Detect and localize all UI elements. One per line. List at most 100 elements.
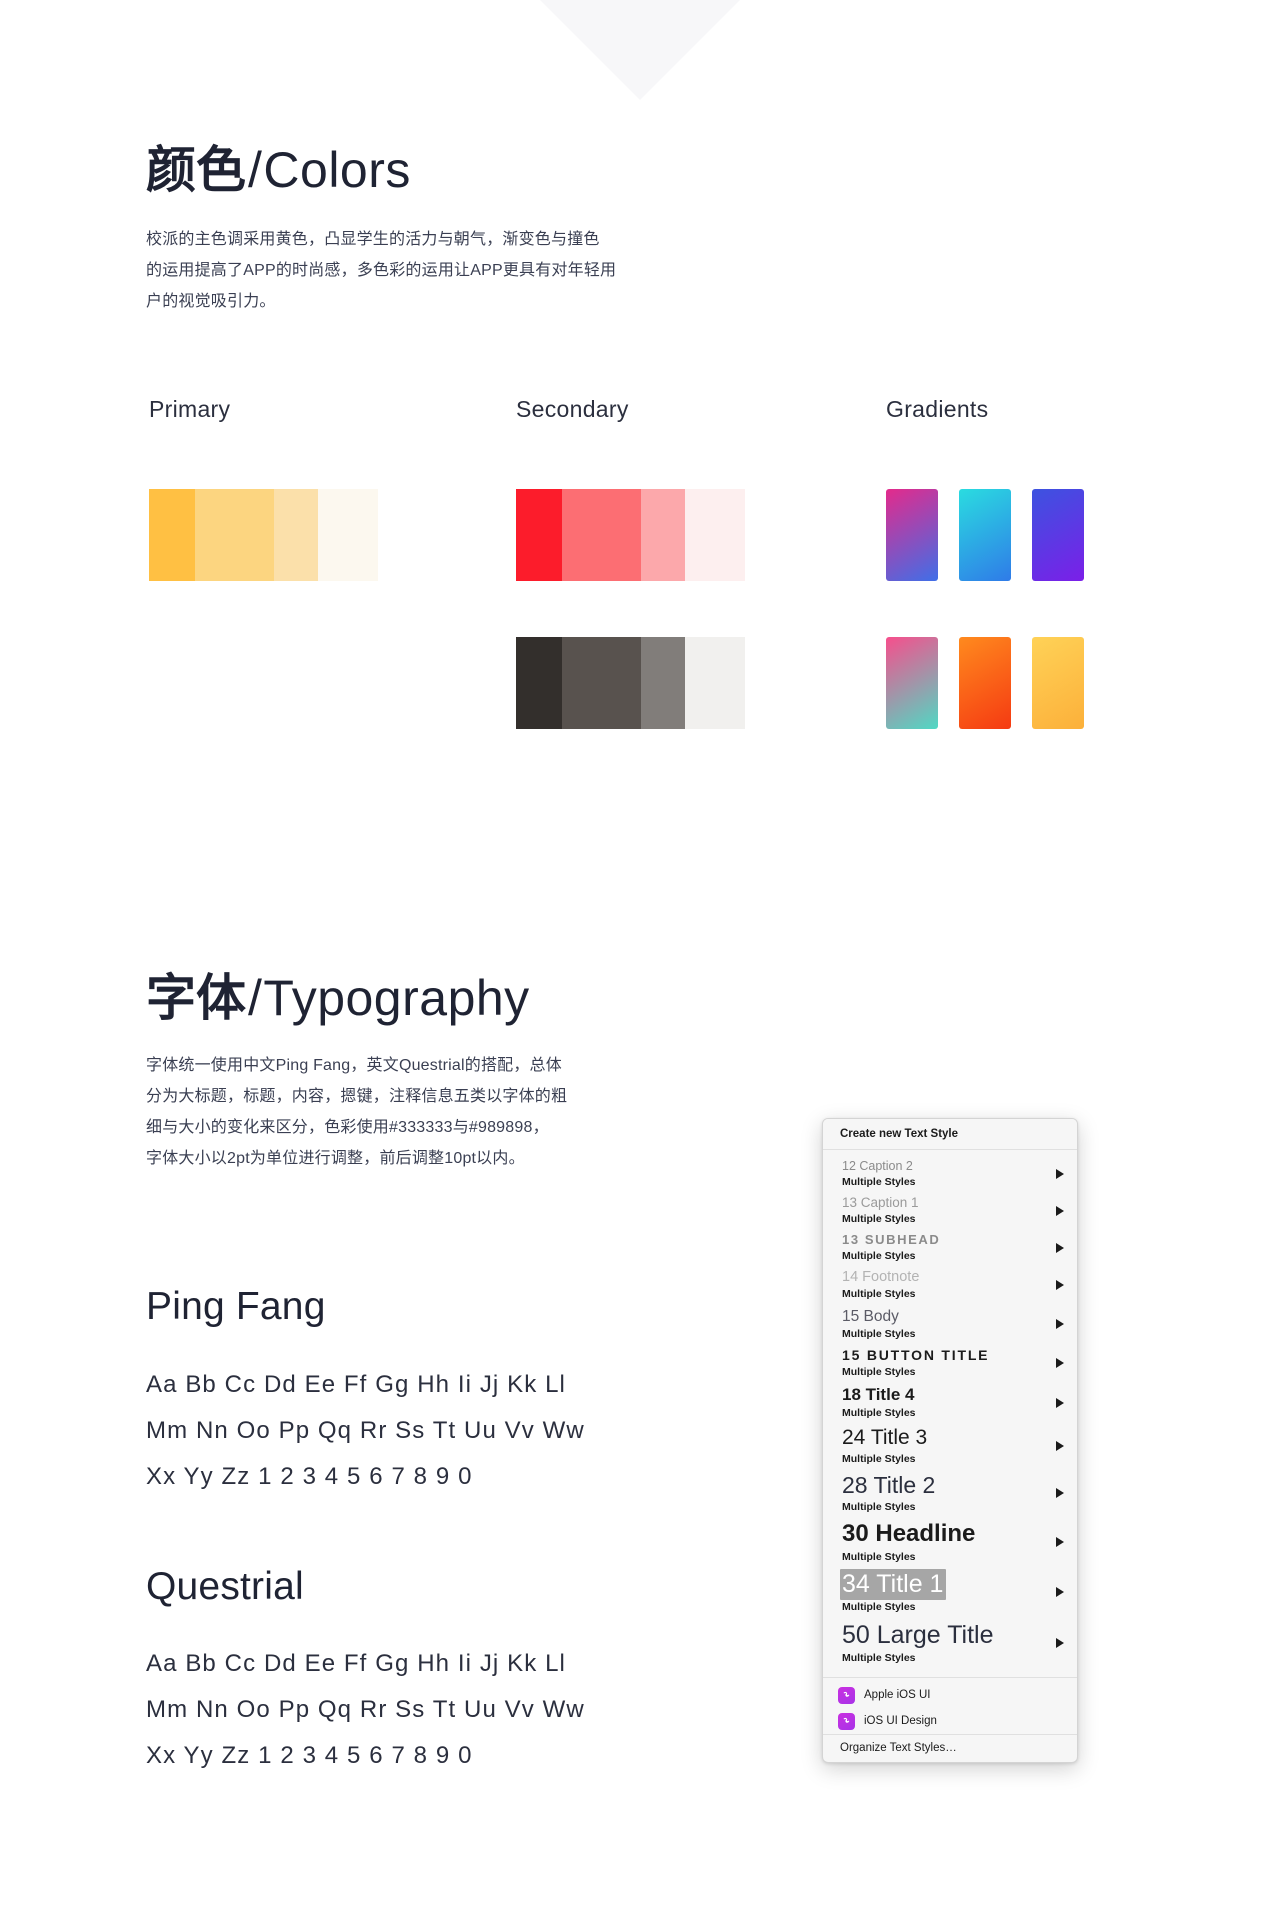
gradient-swatch-gradient-pink-teal <box>886 637 938 729</box>
gradient-swatch-gradient-yellow-amber <box>1032 637 1084 729</box>
text-styles-popover[interactable]: Create new Text Style 12 Caption 2 Multip… <box>822 1118 1078 1764</box>
text-style-subtitle: Multiple Styles <box>842 1601 916 1614</box>
popover-divider <box>823 1677 1077 1679</box>
chevron-right-icon[interactable] <box>1056 1168 1064 1179</box>
specimen-line: Aa Bb Cc Dd Ee Ff Gg Hh Ii Jj Kk Ll <box>146 1650 566 1677</box>
text-style-title: 50 Large Title <box>842 1620 994 1649</box>
chevron-right-icon[interactable] <box>1056 1397 1064 1408</box>
color-swatch-primary-300 <box>195 489 274 581</box>
color-swatch-neutral-900 <box>516 637 562 729</box>
text-style-title: 34 Title 1 <box>840 1568 947 1601</box>
chevron-right-icon[interactable] <box>1056 1319 1064 1330</box>
color-swatch-secondary-red-200 <box>641 489 685 581</box>
text-style-title: 12 Caption 2 <box>842 1159 913 1173</box>
swatch-group-label-secondary: Secondary <box>516 396 629 422</box>
text-style-subtitle: Multiple Styles <box>842 1407 916 1420</box>
typography-heading-cjk: 字体 <box>146 970 246 1026</box>
library-item-label: iOS UI Design <box>864 1715 937 1728</box>
chevron-right-icon[interactable] <box>1056 1637 1064 1648</box>
specimen-line: Xx Yy Zz 1 2 3 4 5 6 7 8 9 0 <box>146 1463 473 1490</box>
text-style-subtitle: Multiple Styles <box>842 1213 916 1226</box>
colors-description-line-1: 校派的主色调采用黄色，凸显学生的活力与朝气，渐变色与撞色 <box>146 231 600 248</box>
text-style-item[interactable]: 28 Title 2 Multiple Styles <box>823 1469 1077 1517</box>
specimen-line: Xx Yy Zz 1 2 3 4 5 6 7 8 9 0 <box>146 1742 473 1769</box>
gradient-swatch-gradient-orange-red <box>959 637 1011 729</box>
color-swatch-neutral-700 <box>562 637 641 729</box>
color-swatch-secondary-red-400 <box>562 489 641 581</box>
specimen-line: Aa Bb Cc Dd Ee Ff Gg Hh Ii Jj Kk Ll <box>146 1371 566 1398</box>
chevron-right-icon[interactable] <box>1056 1242 1064 1253</box>
color-swatch-primary-500 <box>149 489 195 581</box>
text-style-item[interactable]: 30 Headline Multiple Styles <box>823 1517 1077 1566</box>
library-item[interactable]: iOS UI Design <box>823 1708 1077 1734</box>
text-style-title: 28 Title 2 <box>842 1472 936 1499</box>
typography-section-heading: 字体/Typography <box>146 958 530 1030</box>
text-style-title: 15 Body <box>842 1307 899 1325</box>
text-style-subtitle: Multiple Styles <box>842 1250 916 1263</box>
library-list: Apple iOS UI iOS UI Design <box>823 1682 1077 1734</box>
colors-heading-slash: / <box>248 142 262 198</box>
chevron-right-icon[interactable] <box>1056 1280 1064 1291</box>
sketch-library-icon <box>838 1686 855 1704</box>
text-style-title: 14 Footnote <box>842 1269 920 1286</box>
gradient-row-2 <box>886 637 1084 729</box>
swatch-group-label-gradients: Gradients <box>886 396 989 422</box>
text-style-title: 24 Title 3 <box>842 1426 928 1450</box>
text-style-item[interactable]: 12 Caption 2 Multiple Styles <box>823 1155 1077 1192</box>
top-notch <box>540 0 740 100</box>
chevron-right-icon[interactable] <box>1056 1441 1064 1452</box>
colors-heading-cjk: 颜色 <box>146 142 246 198</box>
color-swatch-primary-200 <box>274 489 318 581</box>
chevron-right-icon[interactable] <box>1056 1205 1064 1216</box>
color-swatch-neutral-100 <box>685 637 745 729</box>
organize-text-styles-item[interactable]: Organize Text Styles… <box>823 1734 1077 1762</box>
colors-description-line-2: 的运用提高了APP的时尚感，多色彩的运用让APP更具有对年轻用 <box>146 262 617 279</box>
typography-heading-slash: / <box>248 970 262 1026</box>
text-style-subtitle: Multiple Styles <box>842 1288 916 1301</box>
text-style-title: 15 BUTTON TITLE <box>842 1347 990 1364</box>
chevron-right-icon[interactable] <box>1056 1537 1064 1548</box>
text-style-subtitle: Multiple Styles <box>842 1501 916 1514</box>
text-style-item[interactable]: 18 Title 4 Multiple Styles <box>823 1382 1077 1423</box>
font-specimen-ping-fang: Aa Bb Cc Dd Ee Ff Gg Hh Ii Jj Kk Ll Mm N… <box>146 1362 585 1500</box>
color-swatch-neutral-500 <box>641 637 685 729</box>
chevron-right-icon[interactable] <box>1056 1488 1064 1499</box>
font-name-questrial: Questrial <box>146 1565 304 1608</box>
typography-heading-latin: Typography <box>263 970 530 1026</box>
colors-description: 校派的主色调采用黄色，凸显学生的活力与朝气，渐变色与撞色 的运用提高了APP的时… <box>146 224 726 317</box>
gradient-row-1 <box>886 489 1084 581</box>
text-style-item[interactable]: 13 SUBHEAD Multiple Styles <box>823 1229 1077 1266</box>
chevron-right-icon[interactable] <box>1056 1358 1064 1369</box>
text-style-item[interactable]: 14 Footnote Multiple Styles <box>823 1266 1077 1304</box>
text-style-item[interactable]: 50 Large Title Multiple Styles <box>823 1618 1077 1669</box>
colors-description-line-3: 户的视觉吸引力。 <box>146 293 276 310</box>
create-new-text-style-item[interactable]: Create new Text Style <box>823 1119 1077 1150</box>
swatch-row-primary <box>149 489 378 581</box>
chevron-right-icon[interactable] <box>1056 1587 1064 1598</box>
swatch-row-secondary-red <box>516 489 745 581</box>
library-item[interactable]: Apple iOS UI <box>823 1682 1077 1708</box>
typography-description-line-4: 字体大小以2pt为单位进行调整，前后调整10pt以内。 <box>146 1150 525 1167</box>
text-style-subtitle: Multiple Styles <box>842 1176 916 1188</box>
typography-description-line-1: 字体统一使用中文Ping Fang，英文Questrial的搭配，总体 <box>146 1057 562 1074</box>
color-swatch-secondary-red-050 <box>685 489 745 581</box>
text-style-title: 13 SUBHEAD <box>842 1232 941 1248</box>
text-style-item[interactable]: 15 BUTTON TITLE Multiple Styles <box>823 1344 1077 1382</box>
swatch-row-neutral <box>516 637 745 729</box>
font-name-ping-fang: Ping Fang <box>146 1285 326 1328</box>
sketch-library-icon <box>838 1712 855 1730</box>
text-style-subtitle: Multiple Styles <box>842 1453 916 1466</box>
text-style-subtitle: Multiple Styles <box>842 1327 916 1340</box>
text-style-item[interactable]: 34 Title 1 Multiple Styles <box>823 1567 1077 1618</box>
swatch-group-label-primary: Primary <box>149 396 231 422</box>
text-style-title: 18 Title 4 <box>842 1385 915 1405</box>
font-specimen-questrial: Aa Bb Cc Dd Ee Ff Gg Hh Ii Jj Kk Ll Mm N… <box>146 1641 585 1779</box>
text-style-item[interactable]: 15 Body Multiple Styles <box>823 1305 1077 1344</box>
gradient-swatch-gradient-cyan-blue <box>959 489 1011 581</box>
typography-description-line-3: 细与大小的变化来区分，色彩使用#333333与#989898， <box>146 1119 549 1136</box>
text-style-item[interactable]: 24 Title 3 Multiple Styles <box>823 1423 1077 1469</box>
text-style-item[interactable]: 13 Caption 1 Multiple Styles <box>823 1192 1077 1229</box>
library-item-label: Apple iOS UI <box>864 1689 931 1702</box>
colors-heading-latin: Colors <box>263 142 411 198</box>
specimen-line: Mm Nn Oo Pp Qq Rr Ss Tt Uu Vv Ww <box>146 1696 585 1723</box>
